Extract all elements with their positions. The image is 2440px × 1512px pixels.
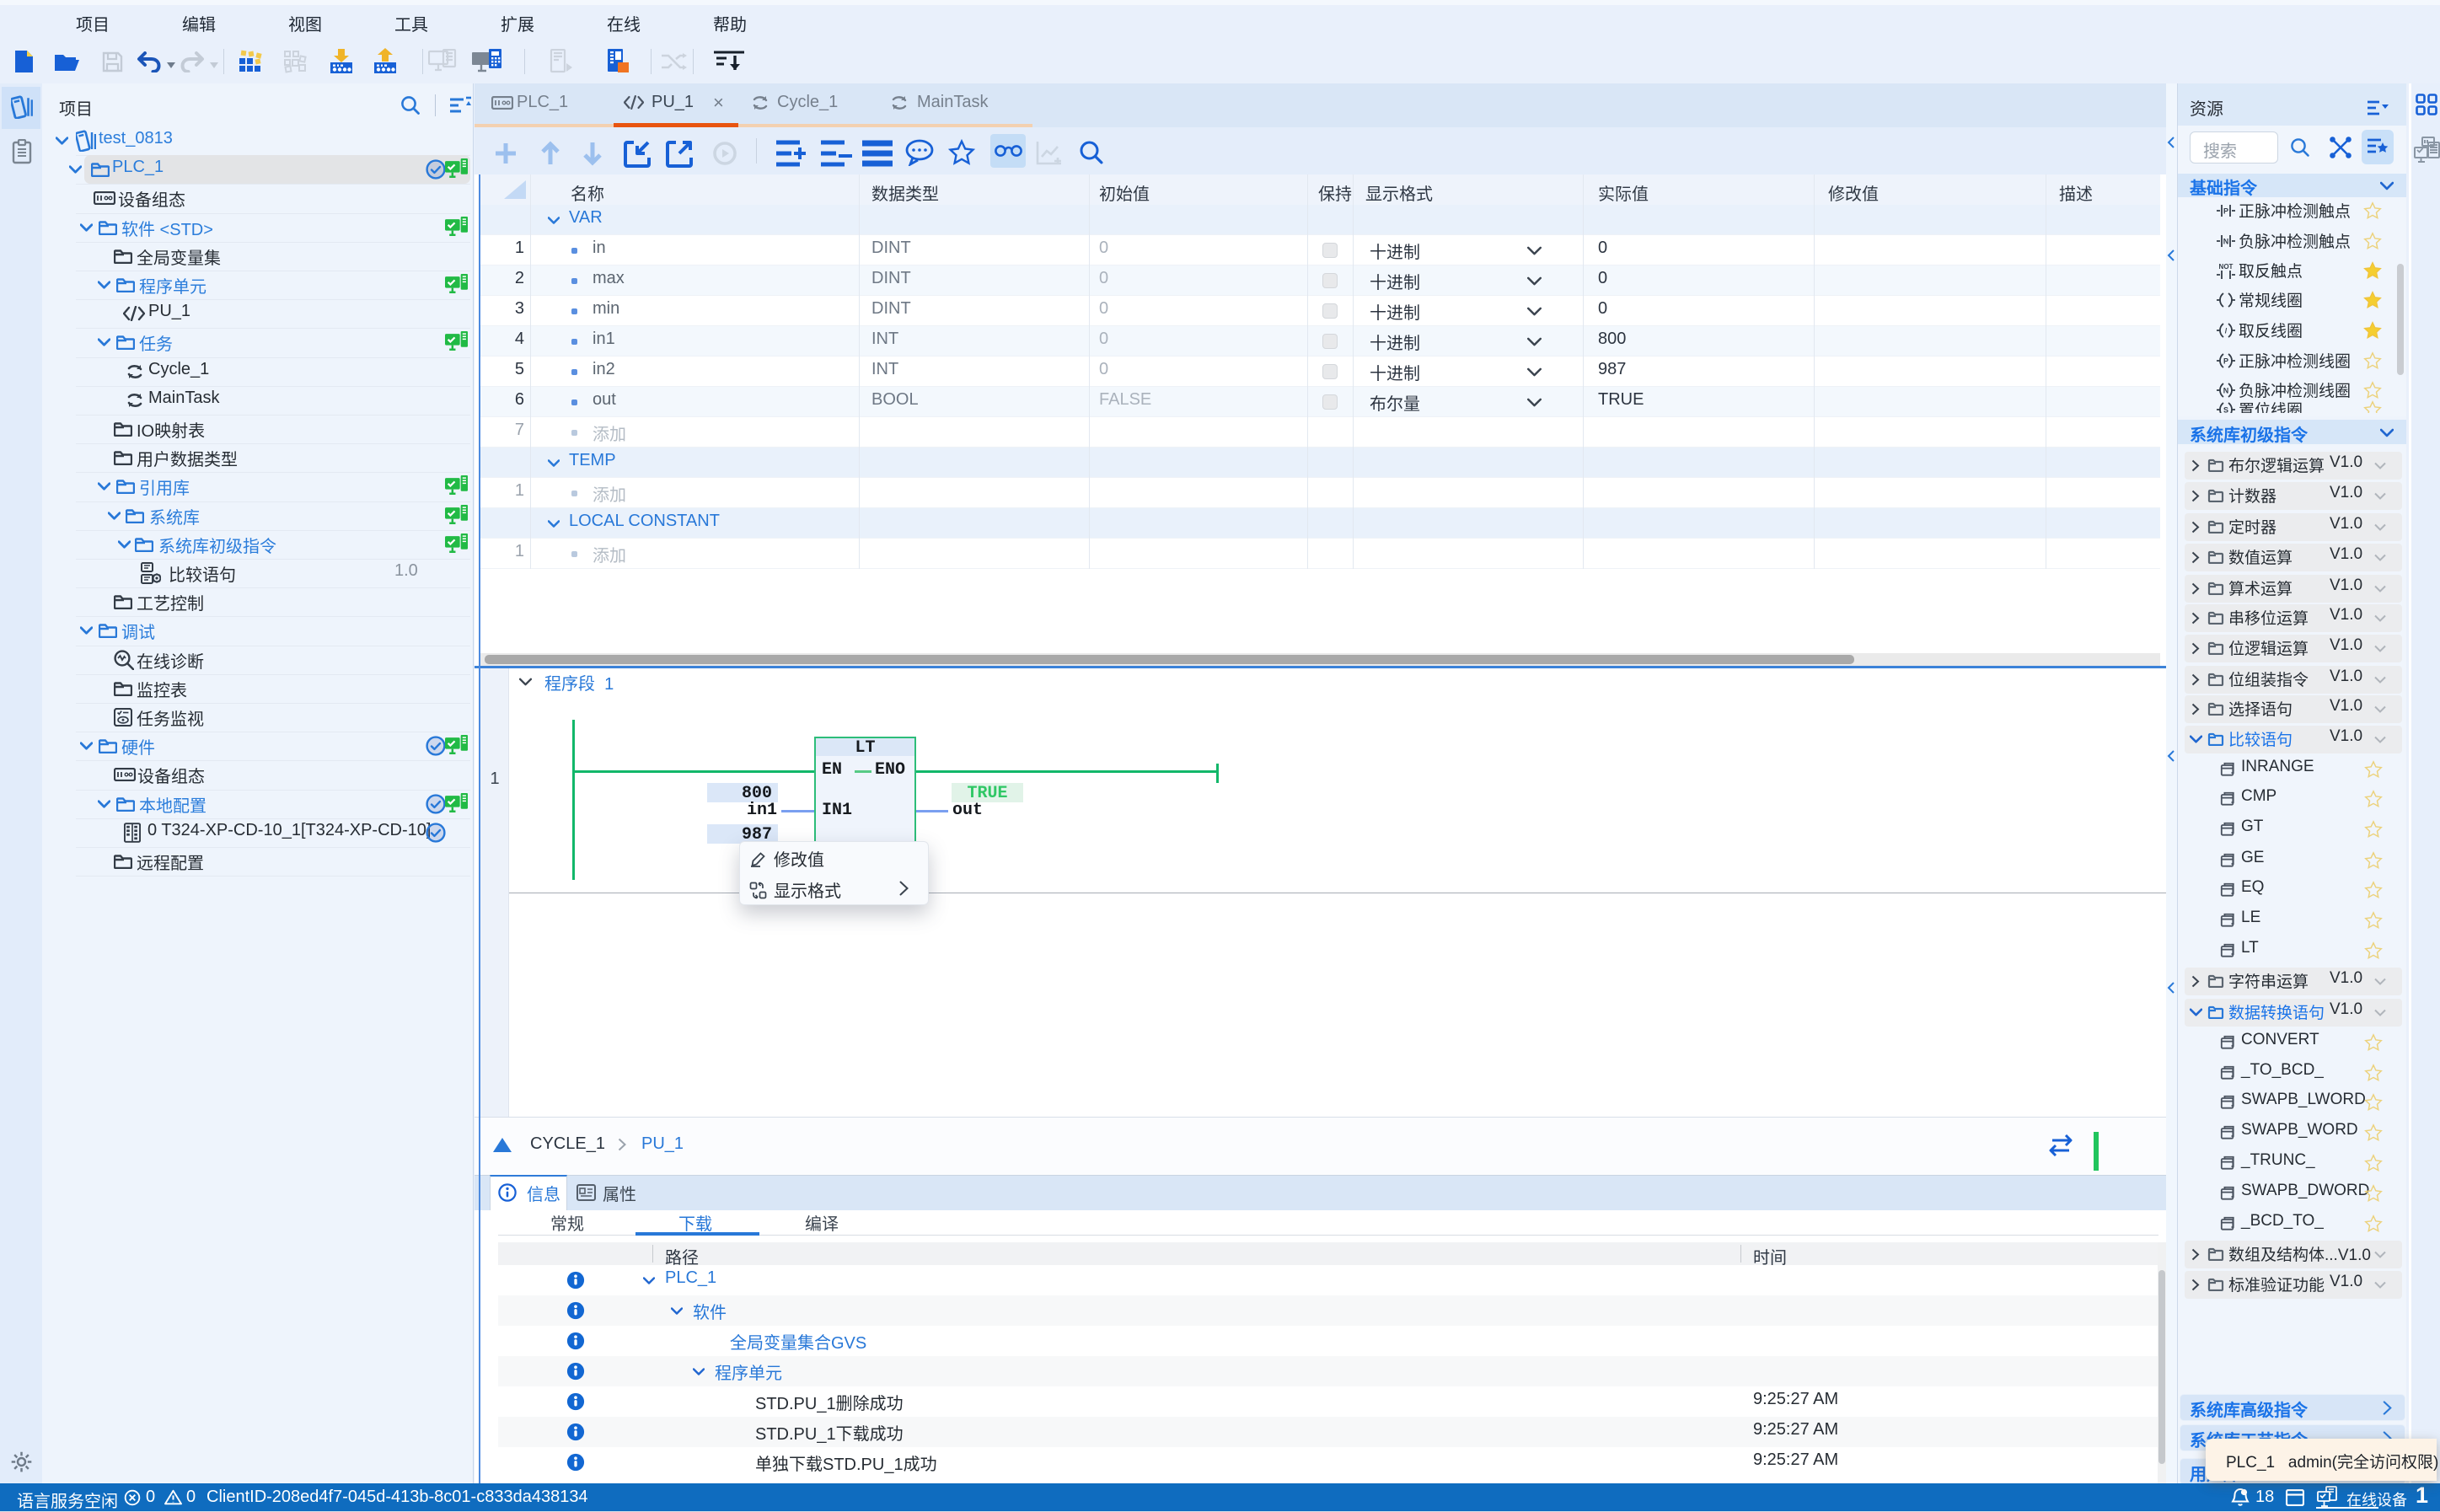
svg-text:S: S [2223,406,2228,414]
svg-text:P: P [2223,357,2228,366]
svg-text:P: P [2223,207,2228,216]
svg-text:/: / [2225,327,2228,335]
svg-text:N: N [2223,238,2229,246]
svg-text:NOT: NOT [2219,263,2234,271]
svg-text:N: N [2223,387,2229,395]
